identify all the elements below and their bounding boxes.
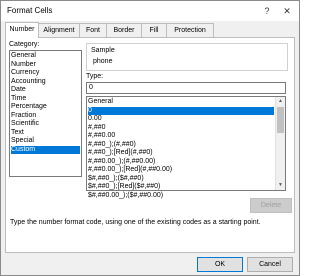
type-list-item[interactable]: #,##0_);[Red](#,##0) (88, 149, 274, 157)
tab-strip: Number Alignment Font Border Fill Protec… (5, 22, 295, 38)
type-list[interactable]: General 0 0.00 #,##0 #,##0.00 #,##0_);(#,##0)… (86, 96, 286, 199)
ok-button[interactable]: OK (197, 257, 243, 272)
category-list-item[interactable]: Percentage (11, 103, 80, 111)
category-list-item[interactable]: Fraction (11, 112, 80, 120)
type-list-item[interactable]: $#,##0.00_);($#,##0.00) (88, 192, 274, 200)
type-list-item[interactable]: 0.00 (88, 115, 274, 123)
category-list-item[interactable]: Special (11, 137, 80, 145)
category-list-item[interactable]: Number (11, 61, 80, 69)
format-description: Type the number format code, using one o… (10, 219, 261, 226)
type-label: Type: (86, 73, 104, 80)
category-label: Category: (9, 41, 40, 48)
category-list-item[interactable]: Text (11, 129, 80, 137)
type-list-item[interactable]: $#,##0_);[Red]($#,##0) (88, 183, 274, 191)
category-list[interactable]: General Number Currency Accounting Date Time P… (9, 50, 82, 177)
scroll-up-arrow-icon[interactable]: ▲ (276, 97, 285, 106)
type-list-item[interactable]: #,##0.00_);(#,##0.00) (88, 158, 274, 166)
tab-font[interactable]: Font (79, 23, 107, 37)
tab-alignment[interactable]: Alignment (38, 23, 80, 37)
type-list-item[interactable]: 0 (88, 106, 274, 115)
type-input[interactable]: 0 (86, 82, 286, 94)
category-list-item[interactable]: Scientific (11, 120, 80, 128)
scroll-down-arrow-icon[interactable]: ▼ (276, 181, 285, 190)
category-list-item[interactable]: General (11, 52, 80, 60)
category-list-item[interactable]: Time (11, 95, 80, 103)
category-list-item[interactable]: Accounting (11, 78, 80, 86)
type-list-item[interactable]: #,##0_);(#,##0) (88, 141, 274, 149)
format-cells-dialog: Format Cells ? ✕ Number Alignment Font B… (0, 0, 300, 276)
tab-number[interactable]: Number (5, 22, 39, 38)
sample-value: phone (93, 58, 113, 65)
title-bar: Format Cells ? ✕ (1, 1, 299, 21)
close-button[interactable]: ✕ (279, 3, 295, 19)
type-list-item[interactable]: #,##0.00 (88, 132, 274, 140)
window-title: Format Cells (7, 6, 53, 15)
tab-protection[interactable]: Protection (166, 23, 214, 37)
type-list-item[interactable]: $#,##0_);($#,##0) (88, 175, 274, 183)
delete-button[interactable]: Delete (250, 198, 292, 213)
tab-fill[interactable]: Fill (141, 23, 167, 37)
scroll-thumb[interactable] (277, 107, 284, 133)
sample-label: Sample (91, 47, 115, 54)
type-list-item[interactable]: General (88, 98, 274, 106)
cancel-button[interactable]: Cancel (247, 257, 293, 272)
number-tab-panel: Category: General Number Currency Accountin… (5, 37, 295, 253)
help-button[interactable]: ? (259, 3, 275, 19)
sample-group: Sample phone (86, 43, 288, 71)
category-list-item[interactable]: Currency (11, 69, 80, 77)
category-list-item[interactable]: Date (11, 86, 80, 94)
type-list-items: General 0 0.00 #,##0 #,##0.00 #,##0_);(#,##0)… (87, 97, 275, 199)
tab-border[interactable]: Border (106, 23, 142, 37)
type-list-item[interactable]: #,##0.00_);[Red](#,##0.00) (88, 166, 274, 174)
category-list-item[interactable]: Custom (11, 145, 80, 154)
type-list-item[interactable]: #,##0 (88, 124, 274, 132)
type-list-scrollbar[interactable]: ▲ ▼ (275, 97, 285, 190)
